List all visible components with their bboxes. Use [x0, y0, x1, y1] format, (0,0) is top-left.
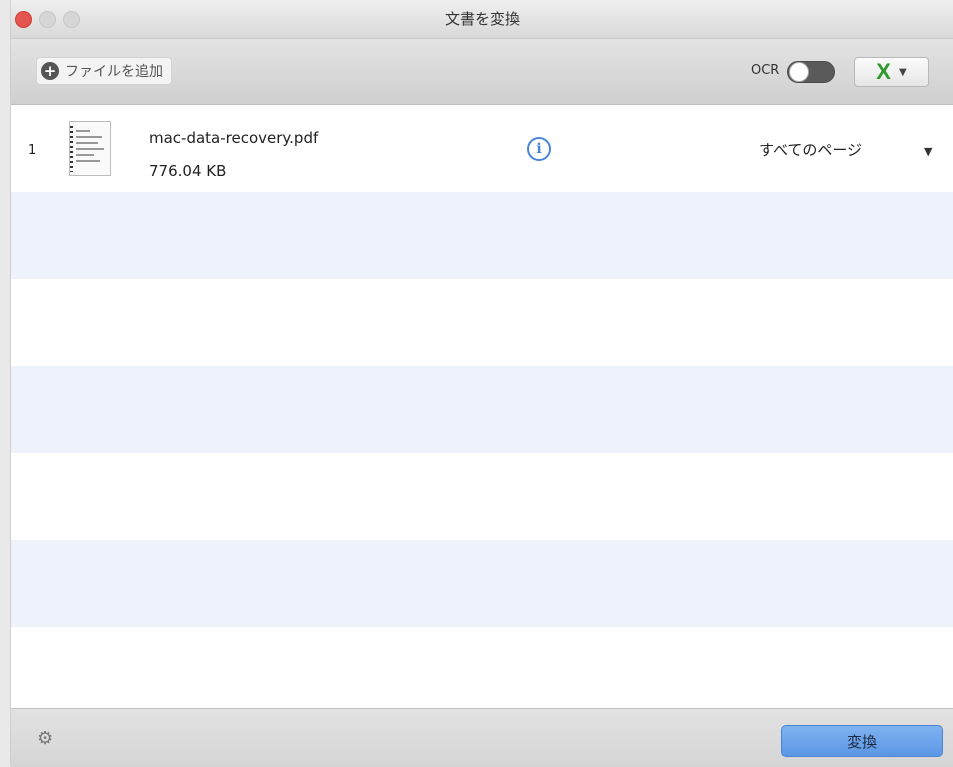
- convert-window: 文書を変換 + ファイルを追加 OCR X ▼ 1 mac-data-recov…: [10, 0, 953, 767]
- file-list: 1 mac-data-recovery.pdf 776.04 KB i すべての…: [11, 105, 953, 708]
- title-bar[interactable]: 文書を変換: [11, 0, 953, 39]
- gear-icon[interactable]: ⚙: [37, 728, 53, 749]
- add-file-button[interactable]: + ファイルを追加: [36, 57, 172, 85]
- excel-icon: X: [876, 59, 891, 84]
- add-file-label: ファイルを追加: [65, 64, 163, 80]
- file-size: 776.04 KB: [149, 162, 227, 180]
- empty-row: [11, 366, 953, 453]
- plus-icon: +: [41, 62, 59, 80]
- empty-row: [11, 192, 953, 279]
- empty-row: [11, 540, 953, 627]
- output-format-dropdown[interactable]: X ▼: [854, 57, 929, 87]
- info-icon[interactable]: i: [527, 137, 551, 161]
- row-index: 1: [28, 143, 37, 158]
- empty-row: [11, 279, 953, 366]
- pdf-document-icon: [69, 121, 111, 176]
- ocr-label: OCR: [751, 63, 780, 78]
- chevron-down-icon[interactable]: ▼: [924, 145, 932, 158]
- toggle-knob: [789, 62, 809, 82]
- empty-row: [11, 453, 953, 540]
- file-name: mac-data-recovery.pdf: [149, 129, 319, 147]
- convert-button[interactable]: 変換: [781, 725, 943, 757]
- toolbar: + ファイルを追加 OCR X ▼: [11, 39, 953, 105]
- empty-row: [11, 627, 953, 708]
- page-range-select[interactable]: すべてのページ: [759, 139, 862, 160]
- footer-bar: ⚙ 変換: [11, 708, 953, 767]
- window-title: 文書を変換: [444, 10, 520, 28]
- file-row[interactable]: 1 mac-data-recovery.pdf 776.04 KB i すべての…: [11, 105, 953, 192]
- ocr-toggle[interactable]: [787, 61, 835, 83]
- chevron-down-icon: ▼: [898, 66, 907, 78]
